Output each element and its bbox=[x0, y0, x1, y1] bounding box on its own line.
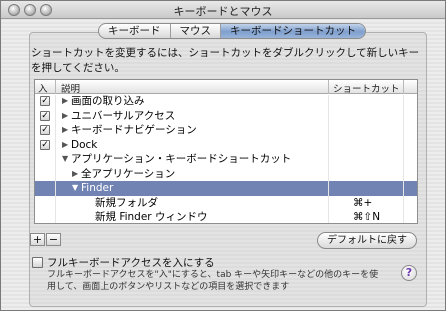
row-description: 全アプリケーション bbox=[81, 167, 176, 180]
row-description: ユニバーサルアクセス bbox=[71, 109, 176, 122]
disclosure-closed-icon[interactable]: ▶ bbox=[62, 138, 68, 153]
table-row[interactable]: 新規フォルダ ⌘+ bbox=[35, 196, 417, 211]
column-line bbox=[403, 95, 404, 223]
column-header-enabled[interactable]: 入 bbox=[38, 81, 48, 95]
restore-defaults-button[interactable]: デフォルトに戻す bbox=[317, 232, 417, 249]
column-divider bbox=[403, 80, 404, 94]
table-row[interactable]: ✓ ▶ Dock bbox=[35, 138, 417, 153]
table-row[interactable]: ✓ ▶ 画面の取り込み bbox=[35, 94, 417, 109]
disclosure-open-icon[interactable]: ▼ bbox=[62, 152, 68, 167]
table-row[interactable]: 新規 Finder ウィンドウ ⌘⇧N bbox=[35, 210, 417, 223]
row-shortcut[interactable]: ⌘+ bbox=[353, 196, 372, 211]
table-body: ✓ ▶ 画面の取り込み ✓ ▶ ユニバーサルアクセス ✓ ▶ キーボードナビゲーション ✓ ▶ Doc… bbox=[35, 94, 417, 223]
tab-bar: キーボード マウス キーボードショートカット bbox=[98, 23, 366, 39]
row-description: 画面の取り込み bbox=[71, 95, 145, 107]
table-row[interactable]: ✓ ▶ キーボードナビゲーション bbox=[35, 123, 417, 138]
column-divider bbox=[55, 80, 56, 94]
disclosure-closed-icon[interactable]: ▶ bbox=[72, 167, 78, 182]
table-row[interactable]: ▼ Finder bbox=[35, 181, 417, 196]
title-bar[interactable]: キーボードとマウス bbox=[1, 1, 445, 19]
table-row[interactable]: ✓ ▶ ユニバーサルアクセス bbox=[35, 109, 417, 124]
table-row[interactable]: ▼ アプリケーション・キーボードショートカット bbox=[35, 152, 417, 167]
column-header-shortcut[interactable]: ショートカット bbox=[333, 81, 400, 95]
tab-keyboard-shortcuts[interactable]: キーボードショートカット bbox=[221, 24, 365, 38]
instruction-text: ショートカットを変更するには、ショートカットをダブルクリックして新しいキーを押し… bbox=[31, 47, 420, 74]
row-description: アプリケーション・キーボードショートカット bbox=[71, 153, 292, 165]
remove-shortcut-button[interactable]: − bbox=[46, 233, 61, 246]
add-shortcut-button[interactable]: + bbox=[30, 233, 45, 246]
row-enabled-checkbox[interactable]: ✓ bbox=[40, 139, 50, 150]
table-header: 入 説明 ショートカット bbox=[35, 80, 417, 95]
row-description: キーボードナビゲーション bbox=[71, 124, 197, 136]
row-enabled-checkbox[interactable]: ✓ bbox=[40, 110, 50, 121]
shortcuts-table[interactable]: 入 説明 ショートカット ✓ ▶ 画面の取り込み ✓ ▶ ユニバーサルアクセス ✓ ▶ キーボー… bbox=[34, 79, 418, 224]
disclosure-closed-icon[interactable]: ▶ bbox=[62, 123, 68, 138]
row-enabled-checkbox[interactable]: ✓ bbox=[40, 125, 50, 135]
preferences-window: キーボードとマウス キーボード マウス キーボードショートカット ショートカット… bbox=[0, 0, 446, 311]
row-description: 新規 Finder ウィンドウ bbox=[95, 211, 208, 223]
full-keyboard-access-label[interactable]: フルキーボードアクセスを入にする bbox=[47, 255, 215, 270]
row-enabled-checkbox[interactable]: ✓ bbox=[40, 96, 50, 106]
column-header-description[interactable]: 説明 bbox=[61, 81, 80, 95]
full-keyboard-access-description: フルキーボードアクセスを"入"にすると、tab キーや矢印キーなどの他のキーを使… bbox=[47, 270, 379, 292]
column-line bbox=[328, 95, 329, 223]
disclosure-closed-icon[interactable]: ▶ bbox=[62, 109, 68, 124]
row-description: Finder bbox=[81, 182, 114, 194]
window-title: キーボードとマウス bbox=[173, 5, 273, 18]
full-keyboard-access-checkbox[interactable] bbox=[32, 257, 43, 268]
disclosure-closed-icon[interactable]: ▶ bbox=[62, 94, 68, 109]
tab-mouse[interactable]: マウス bbox=[171, 24, 221, 38]
column-divider bbox=[328, 80, 329, 94]
row-description: 新規フォルダ bbox=[95, 196, 158, 209]
row-description: Dock bbox=[71, 138, 98, 151]
disclosure-open-icon[interactable]: ▼ bbox=[72, 181, 78, 196]
row-shortcut[interactable]: ⌘⇧N bbox=[353, 210, 380, 223]
column-line bbox=[55, 95, 56, 223]
table-row[interactable]: ▶ 全アプリケーション bbox=[35, 167, 417, 182]
tab-keyboard[interactable]: キーボード bbox=[99, 24, 171, 38]
help-button[interactable]: ? bbox=[401, 265, 417, 281]
